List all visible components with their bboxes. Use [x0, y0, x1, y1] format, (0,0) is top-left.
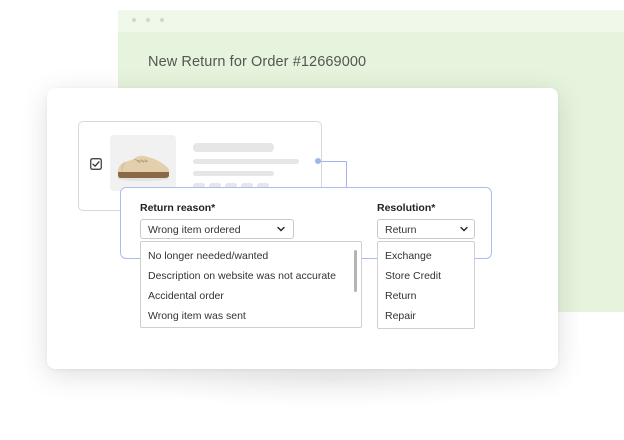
chevron-down-icon [277, 226, 285, 232]
resolution-option[interactable]: Repair [385, 310, 416, 322]
window-dot-icon [160, 18, 164, 22]
resolution-select[interactable]: Return [377, 219, 475, 239]
window-titlebar [118, 10, 624, 32]
window-dot-icon [146, 18, 150, 22]
page-title: New Return for Order #12669000 [148, 54, 367, 70]
connector-dot-icon [315, 158, 321, 164]
chevron-down-icon [460, 226, 468, 232]
product-thumbnail [110, 135, 176, 191]
placeholder-line [193, 143, 274, 152]
resolution-option[interactable]: Store Credit [385, 270, 441, 282]
return-reason-value: Wrong item ordered [148, 224, 241, 236]
return-reason-select[interactable]: Wrong item ordered [140, 219, 294, 239]
resolution-options: Exchange Store Credit Return Repair [377, 241, 475, 329]
resolution-value: Return [385, 224, 417, 236]
return-reason-option[interactable]: No longer needed/wanted [148, 250, 268, 262]
resolution-option[interactable]: Exchange [385, 250, 432, 262]
return-reason-option[interactable]: Description on website was not accurate [148, 270, 336, 282]
options-scrollbar[interactable] [354, 250, 357, 292]
resolution-option[interactable]: Return [385, 290, 417, 302]
window-dot-icon [132, 18, 136, 22]
checkbox-checked-icon[interactable] [90, 158, 102, 170]
return-reason-label: Return reason* [140, 202, 216, 214]
placeholder-line [193, 159, 299, 164]
placeholder-line [193, 171, 274, 176]
return-reason-option[interactable]: Wrong item was sent [148, 310, 246, 322]
shoe-icon [117, 155, 170, 181]
return-reason-options: No longer needed/wanted Description on w… [140, 241, 362, 328]
return-reason-option[interactable]: Accidental order [148, 290, 224, 302]
connector-line [318, 161, 347, 188]
resolution-label: Resolution* [377, 202, 436, 214]
